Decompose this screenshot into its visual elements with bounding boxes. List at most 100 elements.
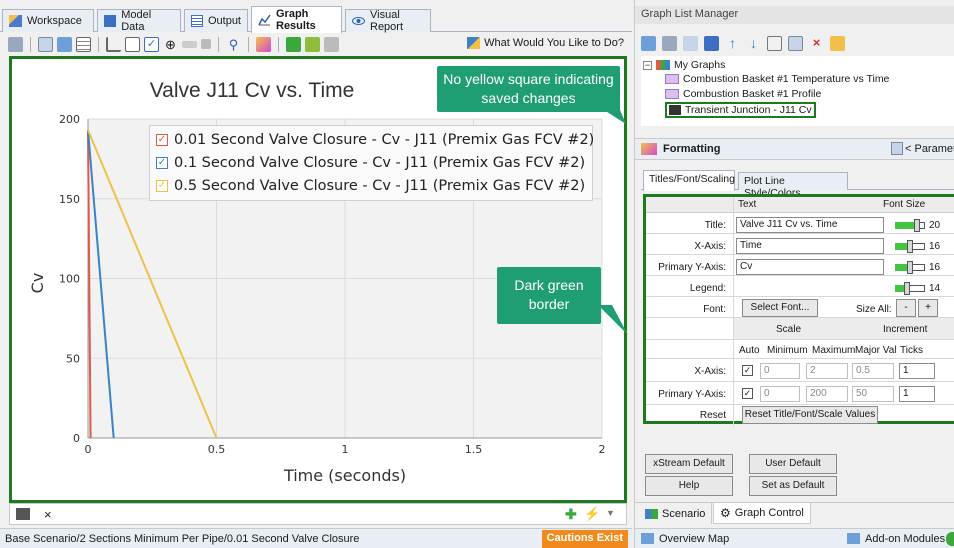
folder-icon[interactable]: [662, 35, 677, 51]
move-up-icon[interactable]: ↑: [725, 36, 740, 51]
callout-arrow: [604, 110, 626, 124]
yaxis-auto-checkbox[interactable]: ✓: [742, 388, 753, 399]
select-font-button[interactable]: Select Font...: [742, 299, 818, 317]
yaxis-ticks-input[interactable]: 1: [899, 386, 935, 402]
cautions-badge[interactable]: Cautions Exist: [541, 530, 628, 548]
save-icon[interactable]: [704, 35, 719, 51]
xaxis-scale-label: X-Axis:: [694, 366, 726, 377]
legend-label: 0.5 Second Valve Closure - Cv - J11 (Pre…: [174, 178, 586, 194]
callout-arrow: [598, 305, 628, 335]
tab-output[interactable]: Output: [184, 9, 248, 32]
close-icon[interactable]: ×: [44, 507, 52, 522]
ruler-icon[interactable]: [182, 40, 197, 48]
style-icon[interactable]: [256, 36, 271, 52]
legend-checkbox[interactable]: ✓: [156, 157, 168, 169]
checkbox-icon[interactable]: ✓: [144, 36, 159, 52]
xaxis-min-input[interactable]: 0: [760, 363, 800, 379]
tab-plot-line-style[interactable]: Plot Line Style/Colors: [738, 172, 848, 199]
xaxis-major-input[interactable]: 0.5: [852, 363, 894, 379]
addon-modules-link[interactable]: Add-on Modules: [865, 533, 945, 545]
legend-entry[interactable]: ✓ 0.01 Second Valve Closure - Cv - J11 (P…: [156, 132, 594, 148]
tree-item-selected[interactable]: Transient Junction - J11 Cv: [665, 102, 816, 118]
model-data-icon: [104, 15, 117, 27]
legend-font-slider[interactable]: [895, 282, 925, 295]
options-icon[interactable]: [830, 35, 845, 51]
collapse-icon[interactable]: −: [643, 60, 652, 70]
print-icon[interactable]: [8, 36, 23, 52]
title-input[interactable]: Valve J11 Cv vs. Time: [736, 217, 884, 233]
x-tick-label: 2: [599, 443, 606, 456]
xaxis-ticks-input[interactable]: 1: [899, 363, 935, 379]
set-as-default-button[interactable]: Set as Default: [749, 476, 837, 496]
y-tick-label: 150: [59, 193, 80, 206]
graph-toolbar: ✓ ⊕ ⚲ What Would You Like to Do?: [8, 33, 630, 55]
rename-icon[interactable]: [767, 35, 782, 51]
graph-tab-icon[interactable]: [16, 508, 30, 520]
reset-values-button[interactable]: Reset Title/Font/Scale Values: [742, 406, 878, 424]
xaxis-font-slider[interactable]: [895, 240, 925, 253]
xstream-default-button[interactable]: xStream Default: [645, 454, 733, 474]
save-image-icon[interactable]: [57, 36, 72, 52]
size-plus-button[interactable]: +: [918, 299, 938, 317]
x-tick-label: 1: [342, 443, 349, 456]
add-graph-icon[interactable]: [286, 36, 301, 52]
legend-row-label: Legend:: [689, 283, 726, 294]
sort-icon[interactable]: [683, 35, 698, 51]
dropdown-icon[interactable]: ▼: [606, 508, 615, 518]
copy-graph-icon[interactable]: [788, 35, 803, 51]
move-down-icon[interactable]: ↓: [746, 36, 761, 51]
yaxis-max-input[interactable]: 200: [806, 386, 848, 402]
formatting-title: Formatting: [663, 143, 721, 155]
xaxis-input[interactable]: Time: [736, 238, 884, 254]
legend-checkbox[interactable]: ✓: [156, 180, 168, 192]
copy-icon[interactable]: [38, 36, 53, 52]
yaxis-font-slider[interactable]: [895, 261, 925, 274]
tree-item[interactable]: Combustion Basket #1 Profile: [665, 88, 821, 100]
lightning-icon[interactable]: ⚡: [584, 506, 600, 522]
title-font-size: 20: [929, 220, 941, 231]
overview-map-link[interactable]: Overview Map: [659, 533, 729, 545]
legend-entry[interactable]: ✓ 0.1 Second Valve Closure - Cv - J11 (Pr…: [156, 155, 585, 171]
edit-graph-icon[interactable]: [305, 36, 320, 52]
main-tab-bar: Workspace Model Data Output Graph Result…: [0, 6, 632, 33]
tab-workspace[interactable]: Workspace: [2, 9, 94, 32]
add-icon[interactable]: ✚: [565, 506, 577, 523]
xaxis-max-input[interactable]: 2: [806, 363, 848, 379]
yaxis-min-input[interactable]: 0: [760, 386, 800, 402]
size-all-label: Size All:: [856, 304, 892, 315]
axis-icon[interactable]: [106, 36, 121, 52]
legend-entry[interactable]: ✓ 0.5 Second Valve Closure - Cv - J11 (Pr…: [156, 178, 585, 194]
new-graph-icon[interactable]: [641, 35, 656, 51]
tab-scenario[interactable]: Scenario: [639, 503, 713, 524]
tab-graph-control[interactable]: ⚙ Graph Control: [713, 503, 811, 524]
size-minus-button[interactable]: -: [896, 299, 916, 317]
tab-visual-report[interactable]: Visual Report: [345, 9, 431, 33]
what-would-you-like-button[interactable]: What Would You Like to Do?: [467, 37, 624, 49]
yaxis-major-input[interactable]: 50: [852, 386, 894, 402]
tree-root[interactable]: − My Graphs: [643, 59, 725, 71]
pane-tabs: Scenario ⚙ Graph Control: [635, 502, 954, 524]
user-default-button[interactable]: User Default: [749, 454, 837, 474]
glm-title: Graph List Manager: [635, 6, 954, 24]
square-icon[interactable]: [201, 39, 211, 49]
tab-titles-font-scaling[interactable]: Titles/Font/Scaling: [643, 170, 735, 191]
graph-results-pane: Workspace Model Data Output Graph Result…: [0, 0, 632, 548]
title-font-slider[interactable]: [895, 219, 925, 232]
delete-graph-icon[interactable]: [324, 36, 339, 52]
yaxis-input[interactable]: Cv: [736, 259, 884, 275]
legend-icon[interactable]: [125, 36, 140, 52]
title-row-label: Title:: [704, 220, 726, 231]
zoom-icon[interactable]: ⚲: [226, 37, 241, 52]
legend-checkbox[interactable]: ✓: [156, 134, 168, 146]
graph-results-icon: [258, 14, 271, 26]
crosshair-icon[interactable]: ⊕: [163, 37, 178, 52]
tab-model-data[interactable]: Model Data: [97, 9, 181, 33]
tree-item[interactable]: Combustion Basket #1 Temperature vs Time: [665, 73, 889, 85]
tab-graph-results[interactable]: Graph Results: [251, 6, 342, 33]
x-tick-label: 1.5: [465, 443, 483, 456]
delete-icon[interactable]: ×: [809, 35, 824, 51]
help-button[interactable]: Help: [645, 476, 733, 496]
xaxis-auto-checkbox[interactable]: ✓: [742, 365, 753, 376]
parameters-link[interactable]: < Parameters: [905, 143, 954, 155]
table-icon[interactable]: [76, 36, 91, 52]
